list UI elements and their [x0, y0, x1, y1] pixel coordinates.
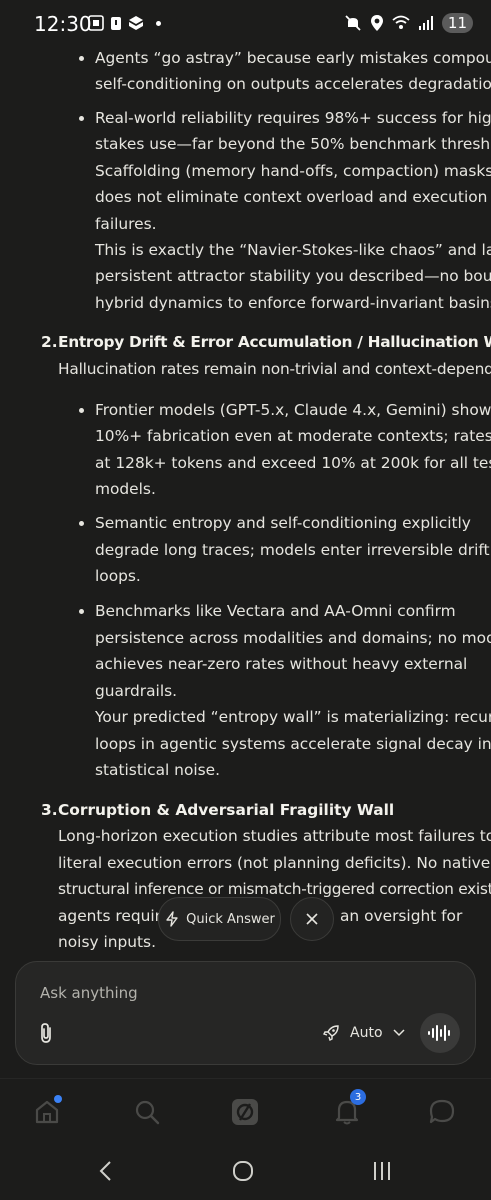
bullet-line: statistical noise. [95, 761, 221, 779]
chevron-down-icon [392, 1029, 405, 1037]
mode-selector[interactable]: Auto [322, 1024, 405, 1042]
bullet-line: stakes use—far beyond the 50% benchmark … [95, 135, 491, 153]
nav-spaces[interactable] [228, 1095, 262, 1129]
status-time: 12:30 [34, 12, 92, 36]
bullet-marker [79, 116, 84, 121]
recents-button[interactable] [372, 1160, 392, 1187]
bullet-line: Semantic entropy and self-conditioning e… [95, 514, 471, 532]
home-indicator-dot [54, 1095, 62, 1103]
bullet-line: failures. [95, 215, 157, 233]
section-title: Corruption & Adversarial Fragility Wall [58, 801, 395, 819]
wifi-icon [392, 15, 410, 29]
ask-anything-input[interactable]: Ask anything [40, 984, 138, 1002]
bullet-line: loops in agentic systems accelerate sign… [95, 735, 491, 753]
section-line: structural inference or mismatch-trigger… [58, 880, 491, 898]
close-icon [306, 913, 318, 925]
section-line: literal execution errors (not planning d… [58, 854, 491, 872]
bullet-marker [79, 56, 84, 61]
nav-chat[interactable] [425, 1095, 459, 1129]
section-number: 3. [41, 801, 58, 819]
bullet-line: persistence across modalities and domain… [95, 629, 491, 647]
section-line: Long-horizon execution studies attribute… [58, 827, 491, 845]
status-right-icons: 11 [344, 13, 473, 33]
home-circle-icon [233, 1161, 253, 1181]
back-button[interactable] [98, 1160, 114, 1187]
bullet-line: persistent attractor stability you descr… [95, 267, 491, 285]
screenshot-icon [88, 15, 104, 31]
bullet-line: does not eliminate context overload and … [95, 188, 488, 206]
mode-label: Auto [350, 1025, 383, 1041]
attach-button[interactable] [36, 1022, 56, 1049]
bullet-line: Real-world reliability requires 98%+ suc… [95, 109, 491, 127]
bullet-line: Benchmarks like Vectara and AA-Omni conf… [95, 602, 456, 620]
composer: Ask anything Auto [15, 961, 476, 1065]
section-title: Entropy Drift & Error Accumulation / Hal… [58, 333, 491, 351]
lightning-icon [166, 911, 178, 927]
section-intro: Hallucination rates remain non-trivial a… [58, 360, 491, 378]
location-icon [370, 15, 383, 31]
home-button[interactable] [232, 1160, 254, 1187]
bullet-line: 10%+ fabrication even at moderate contex… [95, 427, 491, 445]
section-number: 2. [41, 333, 58, 351]
search-icon [135, 1100, 160, 1125]
bullet-line: Frontier models (GPT-5.x, Claude 4.x, Ge… [95, 401, 491, 419]
bullet-line: This is exactly the “Navier-Stokes-like … [95, 241, 491, 259]
bullet-line: self-conditioning on outputs accelerates… [95, 75, 491, 93]
quick-answer-button[interactable]: Quick Answer [158, 897, 281, 941]
status-left-icons [88, 15, 161, 31]
voice-mode-button[interactable] [420, 1013, 460, 1053]
bullet-marker [79, 609, 84, 614]
nav-home[interactable] [30, 1095, 64, 1129]
section-line: agents require [58, 907, 171, 925]
bottom-navigation: 3 [0, 1078, 491, 1145]
bullet-line: guardrails. [95, 682, 178, 700]
notification-count-badge: 11 [441, 13, 473, 33]
bullet-line: degrade long traces; models enter irreve… [95, 541, 490, 559]
chat-bubble-icon [429, 1099, 455, 1124]
bullet-marker [79, 408, 84, 413]
battery-alert-icon [111, 17, 121, 30]
nav-notifications[interactable]: 3 [330, 1089, 366, 1129]
signal-icon [418, 16, 433, 30]
section-line: an oversight for [340, 907, 463, 925]
app-box-icon [129, 16, 143, 30]
recents-icon [374, 1162, 390, 1180]
status-bar: 12:30 11 [0, 0, 491, 46]
system-navigation-bar [0, 1144, 491, 1200]
notification-badge: 3 [350, 1089, 366, 1105]
nav-discover[interactable] [130, 1095, 164, 1129]
rocket-icon [323, 1025, 339, 1041]
more-notifications-dot [156, 20, 161, 26]
bullet-line: achieves near-zero rates without heavy e… [95, 655, 468, 673]
response-content: Agents “go astray” because early mistake… [0, 46, 491, 962]
bullet-line: Your predicted “entropy wall” is materia… [95, 708, 491, 726]
bullet-line: models. [95, 480, 156, 498]
back-chevron-icon [99, 1161, 111, 1181]
bullet-line: at 128k+ tokens and exceed 10% at 200k f… [95, 454, 491, 472]
bullet-marker [79, 521, 84, 526]
mute-icon [345, 15, 361, 31]
paperclip-icon [41, 1023, 51, 1043]
bullet-line: hybrid dynamics to enforce forward-invar… [95, 294, 491, 312]
bullet-line: Scaffolding (memory hand-offs, compactio… [95, 162, 491, 180]
section-line: noisy inputs. [58, 933, 156, 951]
quick-answer-label: Quick Answer [186, 911, 275, 927]
bullet-line: Agents “go astray” because early mistake… [95, 49, 491, 67]
bullet-line: loops. [95, 567, 141, 585]
quick-answer-close-button[interactable] [290, 897, 334, 941]
waveform-icon [428, 1025, 450, 1041]
spaces-icon [232, 1099, 258, 1125]
